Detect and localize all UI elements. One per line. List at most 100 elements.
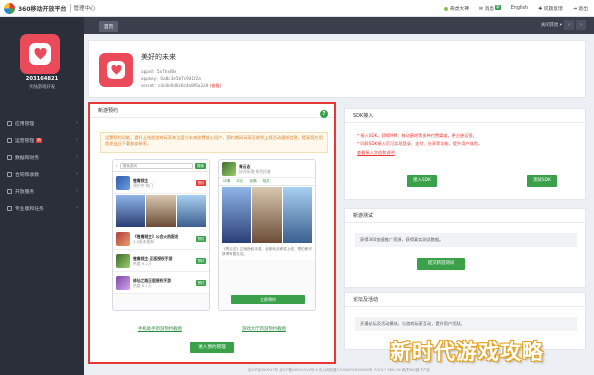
sidebar-item-contracts[interactable]: 合同和收款 ›	[0, 166, 84, 183]
add-sdk-button[interactable]: 接入SDK	[407, 175, 437, 187]
reserve-action: 预约	[196, 279, 206, 286]
sidebar-item-label: 应用管理	[15, 122, 35, 127]
submit-test-button[interactable]: 提交新游测试	[417, 258, 465, 270]
reserve-action: 预约	[196, 235, 206, 242]
brand-name: 360移动开放平台	[18, 5, 67, 13]
assistant-preview-link[interactable]: 手机助手新游预约截图	[138, 326, 182, 332]
sidebar-item-label: 专业版和任务	[15, 207, 44, 212]
game-sub: 预约中·热门	[133, 182, 154, 188]
chevron-right-icon: ›	[76, 188, 78, 194]
chevron-right-icon: ›	[76, 154, 78, 160]
project-appkey: appkey：6a8c3e5b7c9d1f2a	[141, 76, 201, 81]
game-tabs: 详情 评论 攻略 相关	[219, 178, 315, 186]
enter-reserve-button[interactable]: 进入预约管理	[190, 342, 234, 353]
tab-home[interactable]: 首页	[99, 21, 119, 32]
reserve-card: 新游预约 ? 设置预约功能，提升上线前游戏玩家关注度与未来收费核心用户，预约期间…	[88, 102, 336, 364]
project-appid: appid：5a7hxf8x	[141, 69, 177, 74]
top-nav: 奇虎大神 ✉ 消息新 English ✚ 问题反馈 ⇥ 退出	[443, 0, 588, 17]
sdk-line-2: * 同款SDK接入后可实现登录、支付、分享等功能，提升用户体验。	[357, 141, 483, 146]
menu-icon	[7, 121, 12, 126]
test-card: 新游测试 获得360加速推广资源，获得真实测试数据。 提交新游测试	[344, 208, 586, 288]
help-icon[interactable]: ?	[320, 110, 328, 118]
community-title: 论坛及活动	[345, 293, 585, 307]
list-item: 雪鹰领主·正版授权手游 热度 9.2万 预约	[113, 250, 209, 272]
nav-logout[interactable]: ⇥ 退出	[573, 5, 588, 12]
nav-feedback[interactable]: ✚ 问题反馈	[538, 5, 563, 12]
nav-feedback-label: 问题反馈	[543, 7, 563, 12]
phone-book-button: 立即预约	[231, 295, 305, 304]
sidebar-item-pro[interactable]: 专业版和任务 ›	[0, 200, 84, 217]
phone-preview-assistant: ‹ 搜索游戏 搜索 雪鹰领主 预约中·热门 预约 《雪鹰领主》公会火热报名 3.0版…	[112, 159, 210, 311]
game-screenshots	[113, 194, 209, 228]
nav-logout-label: 退出	[578, 7, 588, 12]
project-icon	[99, 53, 133, 87]
test-title: 新游测试	[345, 209, 585, 223]
tab-related: 相关	[262, 179, 270, 183]
sidebar-item-services[interactable]: 开放服务 ›	[0, 183, 84, 200]
nav-messages-label: 消息	[484, 7, 495, 12]
nav-english[interactable]: English	[511, 6, 528, 11]
sidebar-item-label: 开放服务	[15, 190, 35, 195]
reserve-notice: 设置预约功能，提升上线前游戏玩家关注度与未来收费核心用户，预约期间玩家可收到上线…	[100, 132, 328, 153]
menu-icon	[7, 189, 12, 194]
phone-search-input: 搜索游戏	[119, 162, 193, 169]
game-thumbnail	[116, 231, 130, 246]
sidebar: 203164821 大陆游戏开发 应用管理 › 运营管理新 › 数据和财务 › 合同和…	[0, 17, 84, 375]
sidebar-item-apps[interactable]: 应用管理 ›	[0, 115, 84, 132]
sdk-doc-link[interactable]: 查看接入文档和说明	[357, 150, 395, 156]
game-thumbnail	[116, 275, 130, 290]
project-card: 美好的未来 appid：5a7hxf8x appkey：6a8c3e5b7c9d…	[88, 40, 586, 98]
menu-icon	[7, 206, 12, 211]
chevron-left-icon[interactable]: ‹	[564, 20, 574, 30]
sdk-card: SDK接入 * 接入SDK，获得MM、移动基地等多种付费渠道，更方便运营。 * …	[344, 108, 586, 200]
game-info: 《青云志》正版授权手游，全新玩法即将上线，预约即可获得专属礼包。	[219, 244, 315, 260]
gamehall-preview-link[interactable]: 游戏大厅新游预约截图	[242, 326, 286, 332]
user-dot-icon	[443, 6, 448, 11]
footer: 京ICP证080047号 京ICP备08010314号-6 京公网安备11000…	[247, 368, 431, 372]
project-secret: secret：c4c8e6d6c6c4e8f6a2a9 (查看)	[141, 83, 221, 89]
sidebar-item-data[interactable]: 数据和财务 ›	[0, 149, 84, 166]
chevron-right-icon[interactable]: ›	[576, 20, 586, 30]
platform-logo[interactable]: 360移动开放平台 管理中心	[4, 2, 96, 14]
heart-icon	[29, 43, 51, 65]
view-secret-link[interactable]: (查看)	[210, 83, 222, 88]
nav-qihoo[interactable]: 奇虎大神	[443, 5, 470, 12]
game-thumbnail	[222, 161, 236, 176]
phone-search-button: 搜索	[194, 162, 206, 169]
avatar[interactable]	[20, 34, 60, 74]
game-thumbnail	[116, 175, 130, 190]
new-badge: 新	[495, 5, 501, 10]
project-secret-value: secret：c4c8e6d6c6c4e8f6a2a9	[141, 83, 209, 88]
game-sub: 热度 9.2万	[133, 260, 152, 266]
game-sub: 好评如潮·角色扮演	[239, 168, 271, 174]
game-sub: 3.0版本更新	[133, 238, 155, 244]
reserve-title: 新游预约	[90, 104, 334, 118]
sidebar-item-operations[interactable]: 运营管理新 ›	[0, 132, 84, 149]
test-description: 获得360加速推广资源，获得真实测试数据。	[355, 233, 577, 247]
phone-search-bar: ‹ 搜索游戏 搜索	[113, 160, 209, 172]
sdk-line-1: * 接入SDK，获得MM、移动基地等多种付费渠道，更方便运营。	[357, 133, 477, 138]
logo-divider	[69, 4, 71, 12]
project-name: 美好的未来	[141, 53, 176, 61]
nav-messages[interactable]: ✉ 消息新	[479, 5, 501, 12]
chevron-left-icon: ‹	[116, 163, 118, 168]
tab-details: 详情	[223, 179, 231, 183]
chevron-right-icon: ›	[76, 205, 78, 211]
game-thumbnail	[116, 253, 130, 268]
tab-comments: 评论	[236, 179, 244, 183]
nav-qihoo-label: 奇虎大神	[449, 7, 470, 12]
tab-guides: 攻略	[249, 179, 257, 183]
logo-icon	[4, 2, 15, 14]
console-title: 管理中心	[73, 6, 96, 12]
game-screenshots	[219, 186, 315, 244]
game-header: 青云志 好评如潮·角色扮演	[219, 160, 315, 178]
chevron-right-icon: ›	[76, 171, 78, 177]
reserve-action: 预约	[196, 179, 206, 186]
reserve-action: 预约	[196, 257, 206, 264]
close-others-menu[interactable]: 关闭其他 ▾	[541, 22, 562, 28]
game-sub: 热度 6.1万	[133, 282, 152, 288]
list-item: 修仙之路正版授权手游 热度 6.1万 预约	[113, 272, 209, 294]
test-sdk-button[interactable]: 测试SDK	[527, 175, 557, 187]
menu-icon	[7, 138, 12, 143]
sidebar-item-label: 运营管理	[15, 139, 35, 144]
